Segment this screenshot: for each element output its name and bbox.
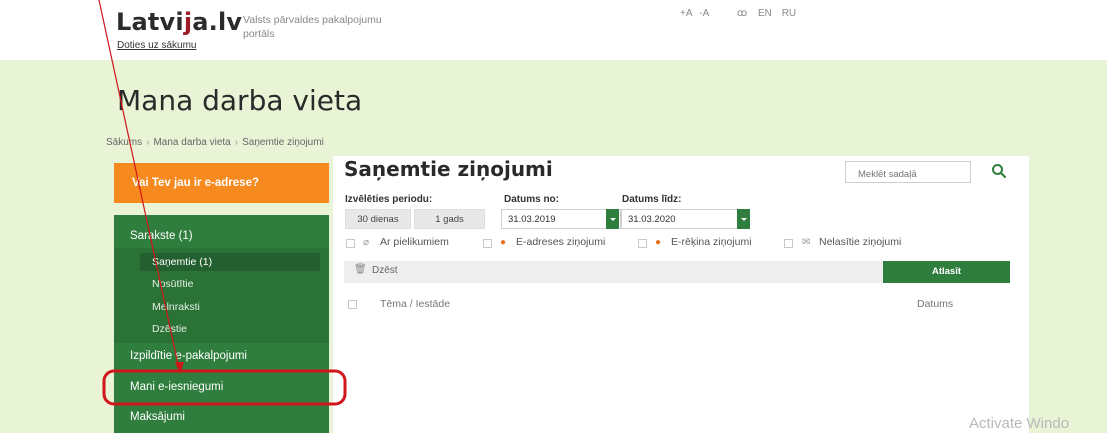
annotation-highlight-box	[102, 369, 347, 406]
annotation-arrow-line	[98, 0, 180, 370]
annotation-overlay	[98, 0, 347, 406]
